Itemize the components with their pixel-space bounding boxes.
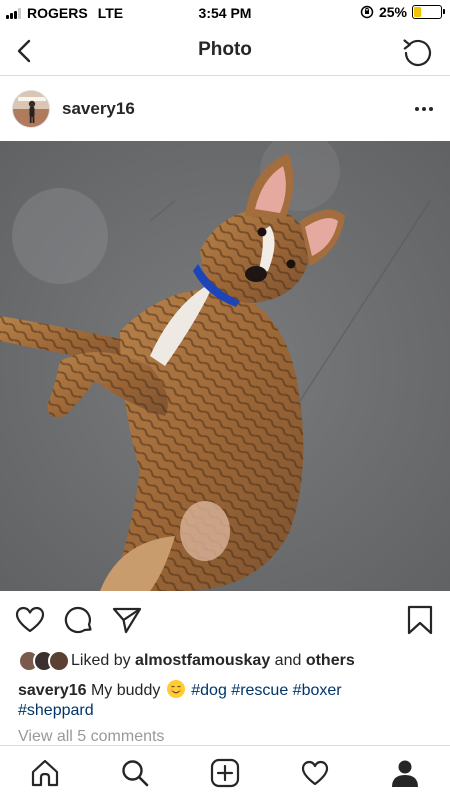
bookmark-icon[interactable] xyxy=(404,604,436,636)
status-bar: ROGERS LTE 3:54 PM 25% xyxy=(0,0,450,26)
post-actions xyxy=(0,600,450,642)
battery-icon xyxy=(412,5,445,19)
profile-icon[interactable] xyxy=(390,758,420,788)
battery-percent: 25% xyxy=(378,4,407,20)
battery-fill xyxy=(414,7,421,17)
dog-photo-image xyxy=(0,141,450,591)
view-comments-link[interactable]: View all 5 comments xyxy=(18,728,164,746)
hashtag[interactable]: #rescue xyxy=(231,682,288,699)
comment-icon[interactable] xyxy=(63,604,95,636)
likes-prefix: Liked by xyxy=(71,652,131,669)
likes-summary[interactable]: Liked by almostfamouskay and others xyxy=(18,648,355,674)
likes-others[interactable]: others xyxy=(306,652,355,670)
more-horizontal-icon[interactable] xyxy=(412,97,436,121)
activity-heart-icon[interactable] xyxy=(300,758,330,788)
add-post-icon[interactable] xyxy=(210,758,240,788)
orientation-lock-icon xyxy=(360,5,374,19)
send-icon[interactable] xyxy=(111,604,143,636)
post-username[interactable]: savery16 xyxy=(62,99,135,119)
liker-avatar xyxy=(48,650,70,672)
smiling-face-emoji-icon xyxy=(166,680,185,698)
liker-avatars xyxy=(18,650,70,672)
home-icon[interactable] xyxy=(30,758,60,788)
post-caption: savery16 My buddy #dog #rescue #boxer #s… xyxy=(18,680,438,721)
heart-icon[interactable] xyxy=(14,604,46,636)
post-header: savery16 xyxy=(0,77,450,141)
bottom-tab-bar xyxy=(0,745,450,800)
hashtag[interactable]: #boxer xyxy=(293,682,342,699)
page-title: Photo xyxy=(198,39,252,60)
hashtag[interactable]: #sheppard xyxy=(18,702,94,719)
status-right: 25% xyxy=(360,4,445,20)
hashtag[interactable]: #dog xyxy=(191,682,227,699)
post-photo[interactable] xyxy=(0,141,450,591)
search-icon[interactable] xyxy=(120,758,150,788)
refresh-icon[interactable] xyxy=(400,34,434,68)
caption-username[interactable]: savery16 xyxy=(18,682,87,699)
likes-conjunction: and xyxy=(274,652,302,669)
avatar[interactable] xyxy=(12,90,50,128)
likes-user[interactable]: almostfamouskay xyxy=(135,652,270,670)
nav-bar: Photo xyxy=(0,26,450,76)
caption-text: My buddy xyxy=(90,682,161,699)
